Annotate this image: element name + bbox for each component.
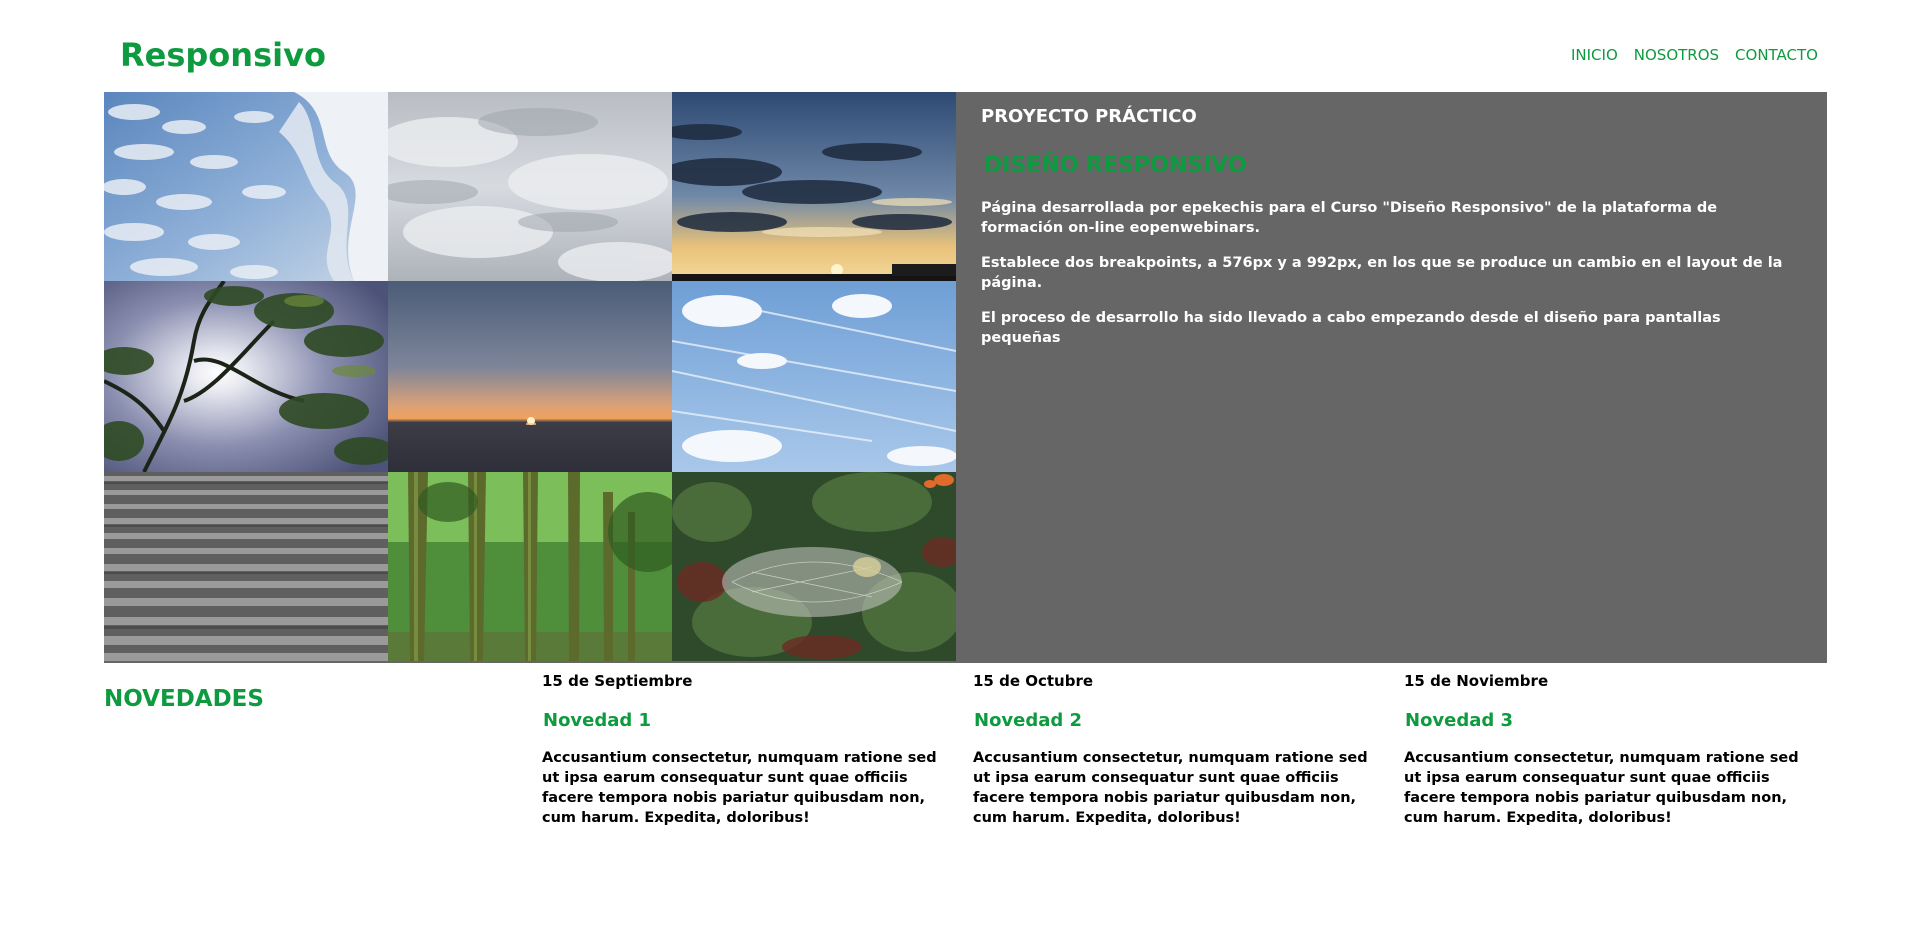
hero-paragraph: El proceso de desarrollo ha sido llevado… [981,310,1721,346]
hero-text: PROYECTO PRÁCTICO DISEÑO RESPONSIVO Pági… [981,106,1801,363]
hero-paragraph: Página desarrollada por epekechis para e… [981,200,1718,236]
forest-trees-photo [388,472,672,661]
hero-paragraph: Establece dos breakpoints, a 576px y a 9… [981,255,1783,291]
altocumulus-clouds-photo [104,92,388,281]
photo-gallery [104,92,956,661]
news-title: Novedad 3 [1405,710,1514,731]
contrail-sky-photo [672,281,956,472]
news-body: Accusantium consectetur, numquam ratione… [542,750,937,826]
overcast-sky-photo [388,92,672,281]
news-title: Novedad 1 [543,710,652,731]
hero-section: PROYECTO PRÁCTICO DISEÑO RESPONSIVO Pági… [104,92,1827,663]
main-nav: INICIO NOSOTROS CONTACTO [1571,46,1818,64]
sea-sunset-photo [388,281,672,472]
nav-link-inicio[interactable]: INICIO [1571,46,1618,64]
news-item: 15 de Noviembre Novedad 3 Accusantium co… [1404,672,1814,828]
spiderweb-plants-photo [672,472,956,661]
sunset-clouds-photo [672,92,956,281]
hero-kicker: PROYECTO PRÁCTICO [981,106,1197,127]
site-logo[interactable]: Responsivo [120,36,326,74]
news-date: 15 de Noviembre [1404,672,1549,690]
site-header: Responsivo INICIO NOSOTROS CONTACTO [0,0,1920,92]
news-section: NOVEDADES 15 de Septiembre Novedad 1 Acc… [104,672,1827,872]
news-heading: NOVEDADES [104,686,264,712]
nav-link-nosotros[interactable]: NOSOTROS [1634,46,1719,64]
news-date: 15 de Octubre [973,672,1094,690]
stone-stairs-photo [104,472,388,661]
news-item: 15 de Octubre Novedad 2 Accusantium cons… [973,672,1383,828]
nav-link-contacto[interactable]: CONTACTO [1735,46,1818,64]
hero-title: DISEÑO RESPONSIVO [984,153,1247,178]
tree-branches-sun-photo [104,281,388,472]
news-item: 15 de Septiembre Novedad 1 Accusantium c… [542,672,952,828]
news-title: Novedad 2 [974,710,1083,731]
news-body: Accusantium consectetur, numquam ratione… [1404,750,1799,826]
news-body: Accusantium consectetur, numquam ratione… [973,750,1368,826]
news-date: 15 de Septiembre [542,672,693,690]
